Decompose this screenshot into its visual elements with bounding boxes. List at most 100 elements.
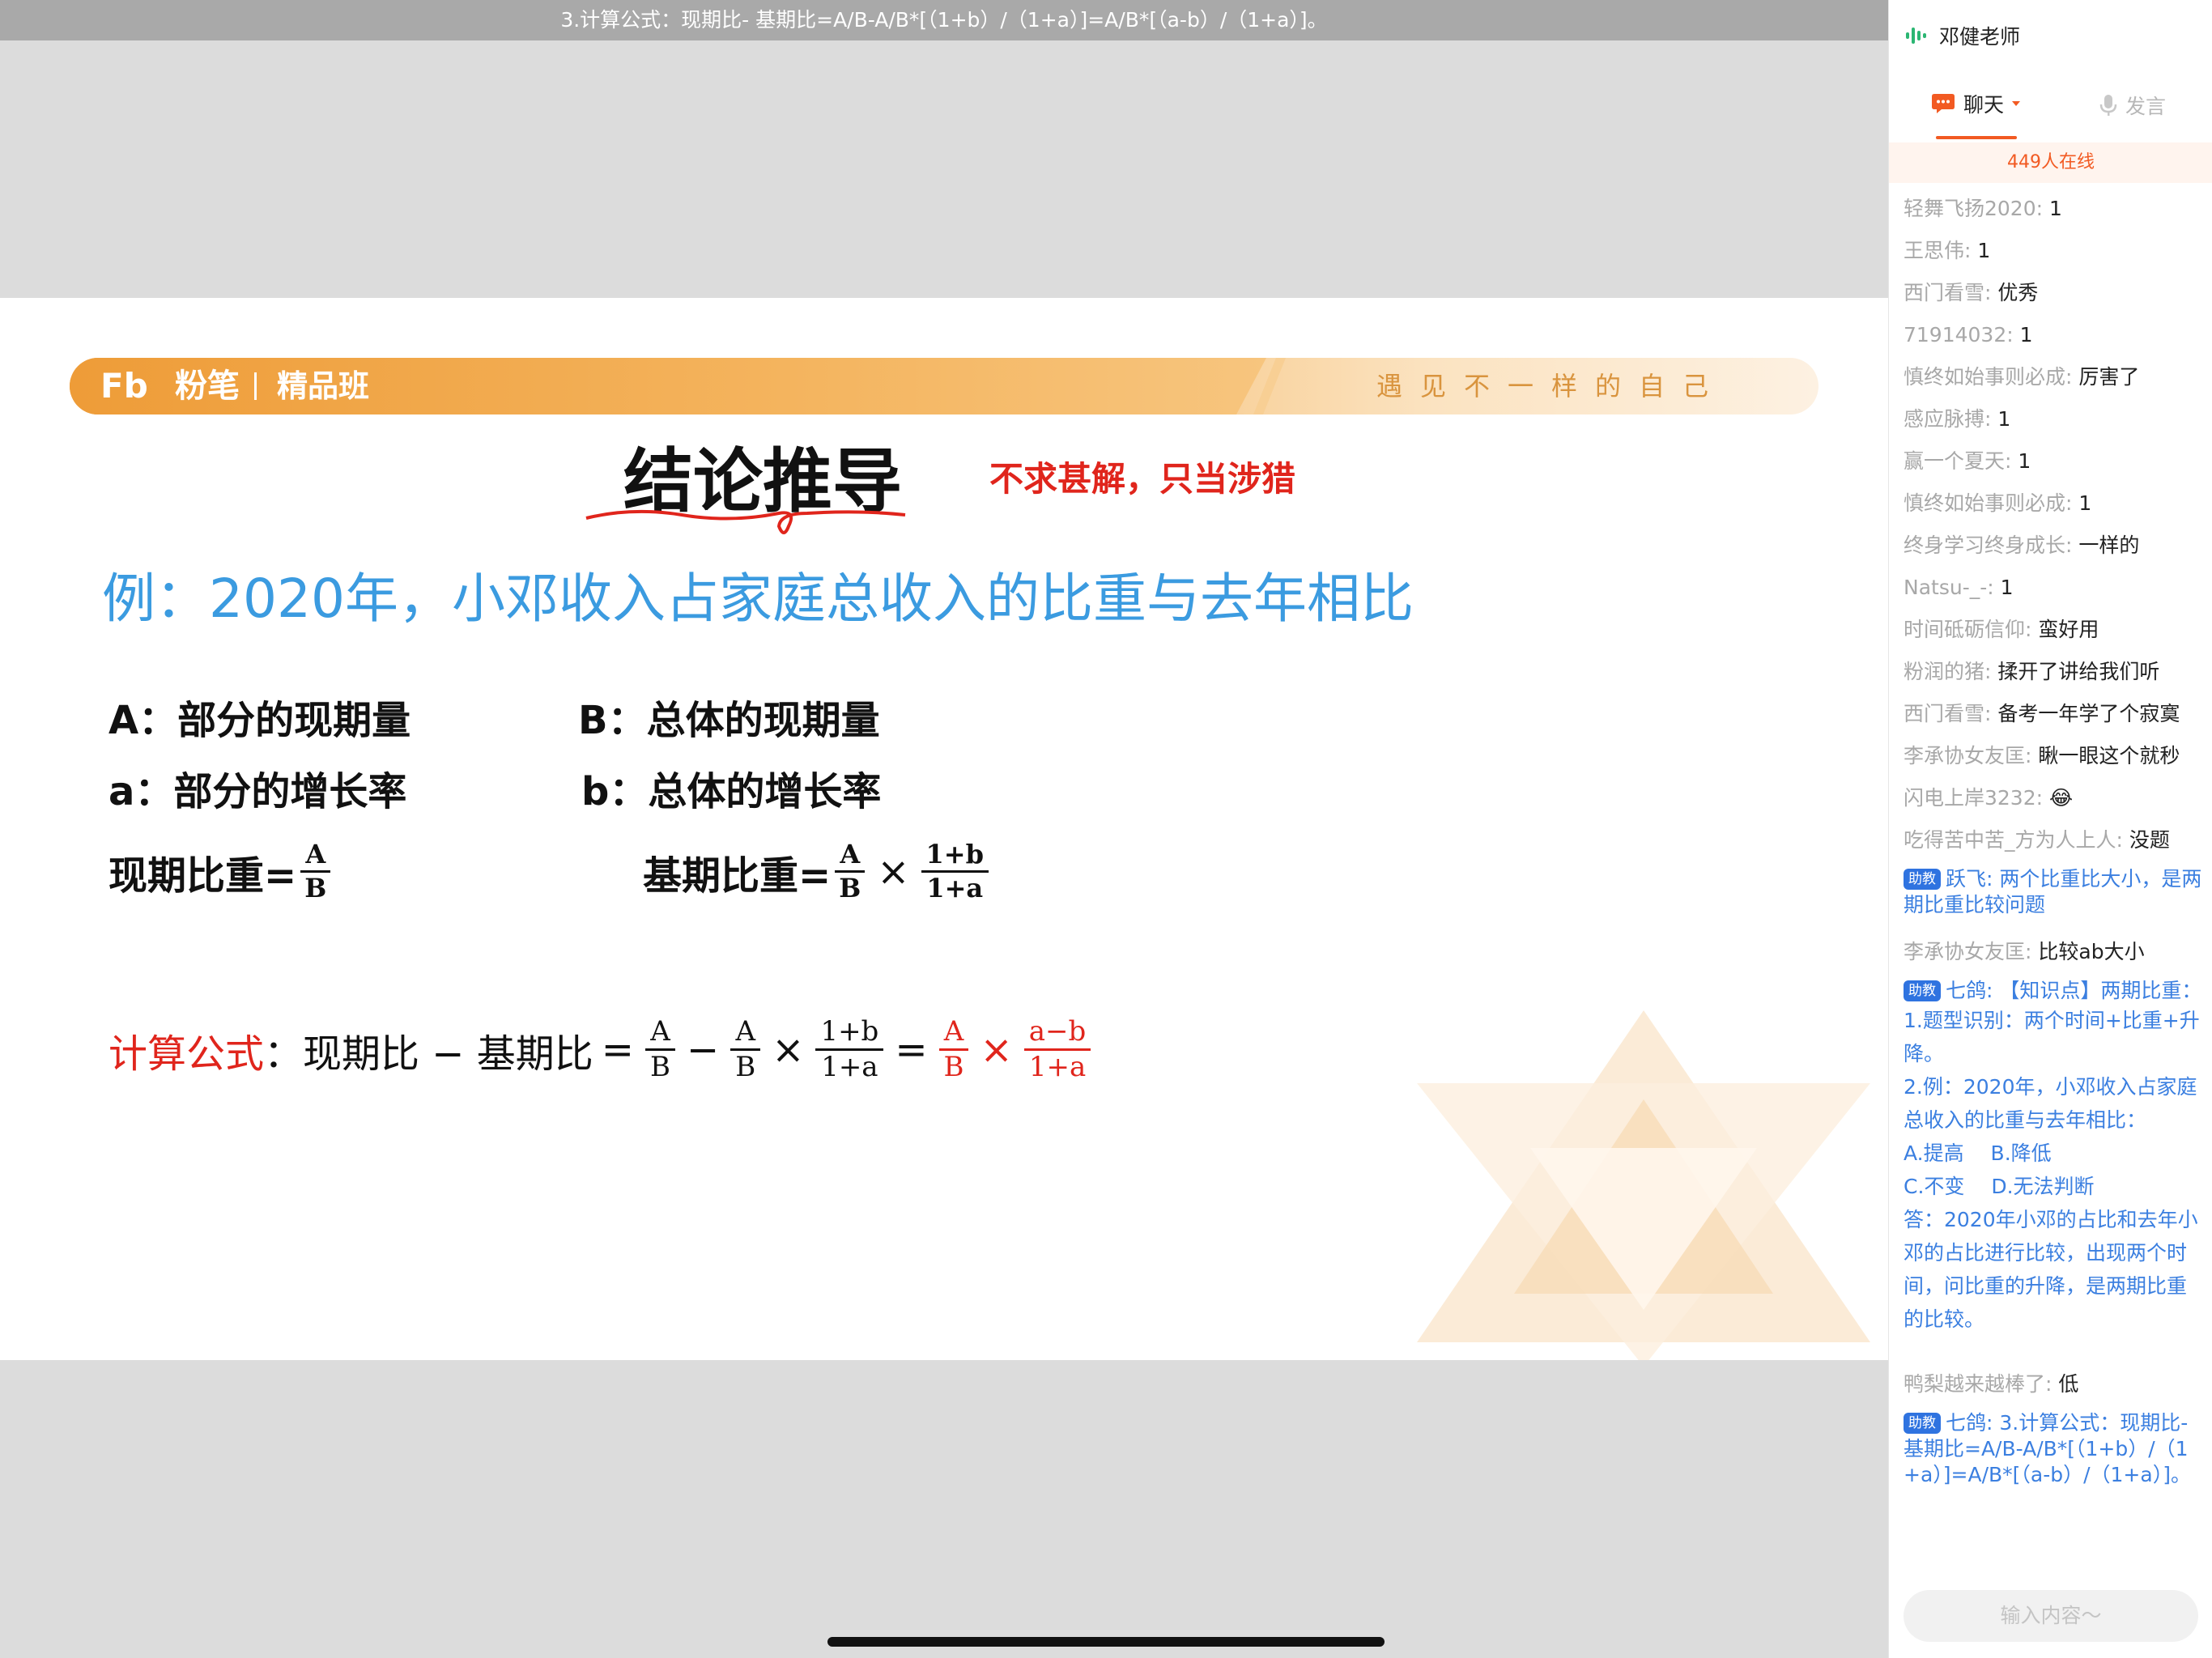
chat-message: 李承协女友匡: 瞅一眼这个就秒 bbox=[1904, 740, 2205, 772]
fraction: A B bbox=[300, 840, 331, 903]
fraction: A B bbox=[834, 840, 866, 903]
definition-A: A：部分的现期量 bbox=[108, 698, 411, 743]
chat-message: 闪电上岸3232: 😂 bbox=[1904, 782, 2205, 814]
chat-message: 西门看雪: 优秀 bbox=[1904, 277, 2205, 309]
emoji: 😂 bbox=[2049, 786, 2074, 810]
message-text: 1 bbox=[1997, 407, 2011, 431]
star-decoration bbox=[1417, 1010, 1870, 1360]
slide-subtitle: 不求甚解，只当涉猎 bbox=[989, 459, 1296, 499]
message-text: 1 bbox=[2078, 491, 2092, 515]
colon: ： bbox=[264, 1031, 304, 1077]
fraction: 1+b 1+a bbox=[815, 1016, 884, 1083]
message-text: 瞅一眼这个就秒 bbox=[2038, 744, 2180, 767]
message-text: 【知识点】两期比重： bbox=[1999, 979, 2202, 1002]
brand-logo: Fb bbox=[100, 366, 148, 406]
message-user: 慎终如始事则必成: bbox=[1904, 365, 2079, 389]
denominator: 1+a bbox=[926, 873, 984, 904]
chat-panel: 邓健老师 聊天 发言 449人在线 轻舞飞扬2020: 1 王思伟: 1 西门看… bbox=[1888, 0, 2212, 1658]
message-text: 揉开了讲给我们听 bbox=[1997, 660, 2160, 683]
times-sign: × bbox=[772, 1027, 805, 1073]
tab-chat[interactable]: 聊天 bbox=[1931, 89, 2022, 118]
message-text: 一样的 bbox=[2078, 534, 2140, 557]
message-line: C.不变 D.无法判断 bbox=[1904, 1175, 2095, 1198]
message-text: 低 bbox=[2058, 1372, 2079, 1396]
chat-message: 粉润的猪: 揉开了讲给我们听 bbox=[1904, 656, 2205, 688]
assistant-message: 助教 七鸽: 【知识点】两期比重： 1.题型识别：两个时间+比重+升降。 2.例：… bbox=[1904, 978, 2205, 1336]
message-user: 慎终如始事则必成: bbox=[1904, 491, 2079, 515]
assistant-message: 助教 七鸽: 3.计算公式：现期比- 基期比=A/B-A/B*[（1+b）/（1+… bbox=[1904, 1410, 2205, 1488]
chat-message: 轻舞飞扬2020: 1 bbox=[1904, 193, 2205, 225]
message-user: 时间砥砺信仰: bbox=[1904, 618, 2039, 641]
fraction: A B bbox=[938, 1016, 969, 1084]
message-text: 优秀 bbox=[1997, 281, 2039, 304]
brand-name: 粉笔 bbox=[175, 368, 240, 405]
chat-message: 终身学习终身成长: 一样的 bbox=[1904, 529, 2205, 562]
message-text: 没题 bbox=[2129, 828, 2170, 852]
home-indicator[interactable] bbox=[827, 1637, 1385, 1647]
chat-message: 慎终如始事则必成: 1 bbox=[1904, 487, 2205, 520]
message-text: 比较ab大小 bbox=[2038, 940, 2145, 963]
top-notice-banner: 3.计算公式：现期比- 基期比=A/B-A/B*[（1+b）/（1+a）]=A/… bbox=[0, 0, 1888, 40]
denominator: B bbox=[735, 1051, 756, 1084]
calc-lhs: 现期比 − 基期比 bbox=[303, 1031, 593, 1077]
message-line: 2.例：2020年，小邓收入占家庭总收入的比重与去年相比： bbox=[1904, 1075, 2197, 1132]
equals-sign: = bbox=[601, 1027, 634, 1073]
chat-bubble-icon bbox=[1932, 94, 1955, 113]
message-user: 七鸽: bbox=[1946, 1411, 2000, 1435]
message-text: 厉害了 bbox=[2078, 365, 2140, 389]
active-tab-indicator bbox=[1936, 136, 2017, 139]
message-line: 1.题型识别：两个时间+比重+升降。 bbox=[1904, 1009, 2200, 1065]
message-user: 跃飞: bbox=[1946, 867, 2000, 891]
message-line: A.提高 B.降低 bbox=[1904, 1141, 2052, 1165]
message-text: 1 bbox=[2019, 323, 2033, 346]
chat-message-list[interactable]: 轻舞飞扬2020: 1 王思伟: 1 西门看雪: 优秀 71914032: 1 … bbox=[1904, 193, 2205, 1506]
minus-sign: − bbox=[687, 1027, 720, 1073]
chat-message: 李承协女友匡: 比较ab大小 bbox=[1904, 936, 2205, 968]
definition-a: a：部分的增长率 bbox=[108, 769, 407, 814]
message-text: 1 bbox=[1977, 239, 1991, 262]
tab-speak[interactable]: 发言 bbox=[2099, 91, 2166, 120]
denominator: 1+a bbox=[1028, 1051, 1087, 1084]
slide-canvas: Fb 粉笔 精品班 遇见不一样的自己 结论推导 不求甚解，只当涉猎 例：2020… bbox=[0, 298, 1888, 1360]
message-user: 西门看雪: bbox=[1904, 702, 1998, 725]
chat-message: 西门看雪: 备考一年学了个寂寞 bbox=[1904, 698, 2205, 730]
message-text: 1 bbox=[2000, 576, 2014, 599]
calculation-formula: 计算公式 ： 现期比 − 基期比 = A B − A B × 1+b 1+a =… bbox=[108, 1016, 1094, 1084]
brand-slogan: 遇见不一样的自己 bbox=[1376, 371, 1726, 402]
numerator: A bbox=[300, 840, 331, 874]
fraction: a−b 1+a bbox=[1023, 1016, 1091, 1084]
numerator: A bbox=[835, 840, 866, 874]
calc-formula-label: 计算公式 bbox=[108, 1031, 265, 1077]
title-underline bbox=[585, 509, 906, 534]
audio-wave-icon bbox=[1906, 28, 1926, 44]
numerator: A bbox=[938, 1016, 969, 1052]
numerator: a−b bbox=[1023, 1016, 1091, 1052]
base-ratio-label: 基期比重= bbox=[643, 852, 832, 899]
message-user: 西门看雪: bbox=[1904, 281, 1998, 304]
message-line: 答：2020年小邓的占比和去年小邓的占比进行比较，出现两个时间，问比重的升降，是… bbox=[1904, 1208, 2198, 1331]
message-user: 终身学习终身成长: bbox=[1904, 534, 2079, 557]
definition-B: B：总体的现期量 bbox=[578, 698, 880, 743]
assistant-badge: 助教 bbox=[1904, 1413, 1941, 1434]
message-text: 1 bbox=[2018, 449, 2031, 473]
brand-class-name: 精品班 bbox=[277, 368, 370, 404]
teacher-header: 邓健老师 bbox=[1905, 18, 2020, 53]
message-user: 轻舞飞扬2020: bbox=[1904, 197, 2049, 220]
teacher-name: 邓健老师 bbox=[1939, 25, 2021, 49]
example-text: 例：2020年，小邓收入占家庭总收入的比重与去年相比 bbox=[102, 568, 1414, 630]
times-sign: × bbox=[980, 1027, 1013, 1073]
brand-bar: Fb 粉笔 精品班 遇见不一样的自己 bbox=[70, 358, 1819, 414]
microphone-icon bbox=[2099, 95, 2117, 116]
current-ratio-formula: 现期比重= A B bbox=[108, 840, 334, 903]
base-ratio-formula: 基期比重= A B × 1+b 1+a bbox=[643, 840, 992, 903]
message-user: 鸭梨越来越棒了: bbox=[1904, 1372, 2059, 1396]
chat-input[interactable]: 输入内容～ bbox=[1904, 1590, 2198, 1642]
message-user: Natsu-_-: bbox=[1904, 576, 2001, 599]
message-user: 71914032: bbox=[1904, 323, 2020, 346]
denominator: B bbox=[943, 1051, 964, 1084]
message-user: 李承协女友匡: bbox=[1904, 744, 2039, 767]
numerator: 1+b bbox=[815, 1016, 884, 1052]
tab-chat-label: 聊天 bbox=[1963, 93, 2005, 117]
message-user: 感应脉搏: bbox=[1904, 407, 1998, 431]
tab-speak-label: 发言 bbox=[2125, 95, 2167, 118]
